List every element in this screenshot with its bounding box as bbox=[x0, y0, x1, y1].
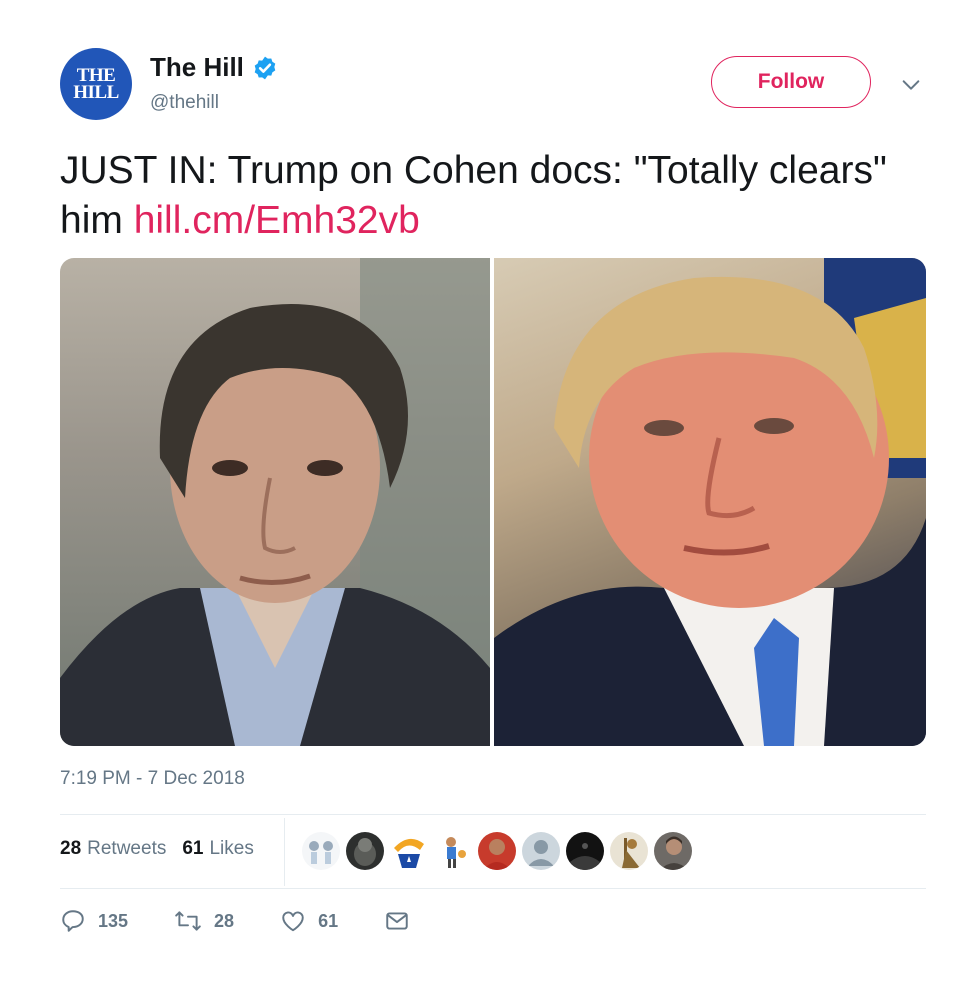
divider bbox=[60, 888, 926, 889]
liker-avatar[interactable] bbox=[390, 832, 428, 870]
tweet-link[interactable]: hill.cm/Emh32vb bbox=[134, 199, 420, 242]
likes-count: 61 bbox=[182, 838, 204, 859]
tweet-stats: 28 Retweets 61 Likes bbox=[60, 838, 270, 860]
retweet-count: 28 bbox=[214, 910, 235, 931]
likes-stat[interactable]: 61 Likes bbox=[182, 838, 254, 860]
retweets-stat[interactable]: 28 Retweets bbox=[60, 838, 166, 860]
liker-avatar[interactable] bbox=[478, 832, 516, 870]
display-name[interactable]: The Hill bbox=[150, 52, 244, 83]
avatar[interactable]: THE HILL bbox=[60, 48, 132, 120]
reply-count: 135 bbox=[98, 910, 129, 931]
liker-avatar[interactable] bbox=[302, 832, 340, 870]
follow-button[interactable]: Follow bbox=[711, 56, 871, 108]
liker-avatar[interactable] bbox=[346, 832, 384, 870]
liker-avatar[interactable] bbox=[434, 832, 472, 870]
portrait-left-illustration bbox=[60, 258, 490, 746]
liker-avatar[interactable] bbox=[522, 832, 560, 870]
avatar-text-line2: HILL bbox=[73, 82, 119, 103]
retweets-label: Retweets bbox=[87, 838, 167, 859]
portrait-right-illustration bbox=[494, 258, 926, 746]
photo-left[interactable] bbox=[60, 258, 490, 746]
direct-message-action[interactable] bbox=[384, 908, 422, 934]
verified-icon bbox=[254, 56, 276, 79]
handle[interactable]: @thehill bbox=[150, 92, 219, 114]
chevron-down-icon[interactable] bbox=[900, 74, 922, 96]
likes-label: Likes bbox=[209, 838, 254, 859]
reply-icon bbox=[62, 910, 84, 932]
stats-divider bbox=[284, 818, 285, 886]
heart-icon bbox=[282, 911, 304, 932]
retweet-action[interactable]: 28 bbox=[174, 908, 234, 934]
divider bbox=[60, 814, 926, 815]
photo-right[interactable] bbox=[494, 258, 926, 746]
liker-avatar[interactable] bbox=[566, 832, 604, 870]
like-count: 61 bbox=[318, 910, 339, 931]
tweet-text: JUST IN: Trump on Cohen docs: "Totally c… bbox=[60, 146, 920, 246]
likers-avatars bbox=[302, 832, 698, 870]
tweet-actions: 135 28 61 bbox=[60, 908, 468, 934]
like-action[interactable]: 61 bbox=[280, 908, 338, 934]
timestamp[interactable]: 7:19 PM - 7 Dec 2018 bbox=[60, 768, 245, 790]
author-name-row: The Hill bbox=[150, 52, 278, 83]
tweet-card: THE HILL The Hill @thehill Follow JUST I… bbox=[0, 0, 980, 982]
liker-avatar[interactable] bbox=[654, 832, 692, 870]
retweets-count: 28 bbox=[60, 838, 82, 859]
message-icon bbox=[386, 912, 408, 930]
reply-action[interactable]: 135 bbox=[60, 908, 128, 934]
retweet-icon bbox=[175, 911, 201, 931]
liker-avatar[interactable] bbox=[610, 832, 648, 870]
tweet-media[interactable] bbox=[60, 258, 926, 746]
